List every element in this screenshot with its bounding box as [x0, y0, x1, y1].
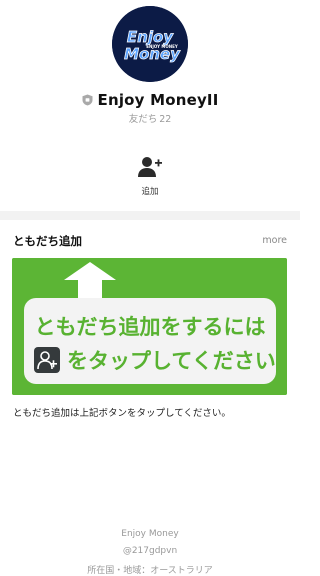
friends-number: 22	[159, 114, 172, 125]
banner-line2: をタップしてください	[67, 349, 276, 373]
account-name: Enjoy MoneyII	[97, 91, 219, 109]
footer-location: 所在国・地域：オーストラリア	[87, 566, 213, 576]
banner-line1: ともだち追加をするには	[35, 315, 266, 339]
profile-avatar[interactable]: Enjoy Money ENJOY MONEY	[112, 6, 188, 82]
add-friend-icon	[138, 156, 162, 182]
add-friend-banner[interactable]: ともだち追加をするには をタップしてください	[12, 258, 287, 395]
add-friend-button[interactable]: 追加	[125, 156, 175, 197]
banner-description: ともだち追加は上記ボタンをタップしてください。	[13, 408, 231, 419]
footer-account-name: Enjoy Money	[121, 529, 179, 539]
footer-account-id: @217gdpvn	[122, 546, 178, 556]
add-user-icon	[34, 347, 60, 373]
logo-graphic: Enjoy Money ENJOY MONEY	[112, 6, 188, 82]
account-name-row: Enjoy MoneyII	[0, 90, 300, 110]
logo-small-text: ENJOY MONEY	[146, 44, 178, 49]
shield-badge-icon	[82, 94, 93, 106]
friends-count: 友だち 22	[0, 111, 300, 125]
section-divider	[0, 211, 300, 220]
section-title: ともだち追加	[13, 234, 82, 248]
add-friend-label: 追加	[141, 187, 159, 197]
friends-label: 友だち	[128, 114, 158, 125]
more-link[interactable]: more	[262, 235, 287, 246]
